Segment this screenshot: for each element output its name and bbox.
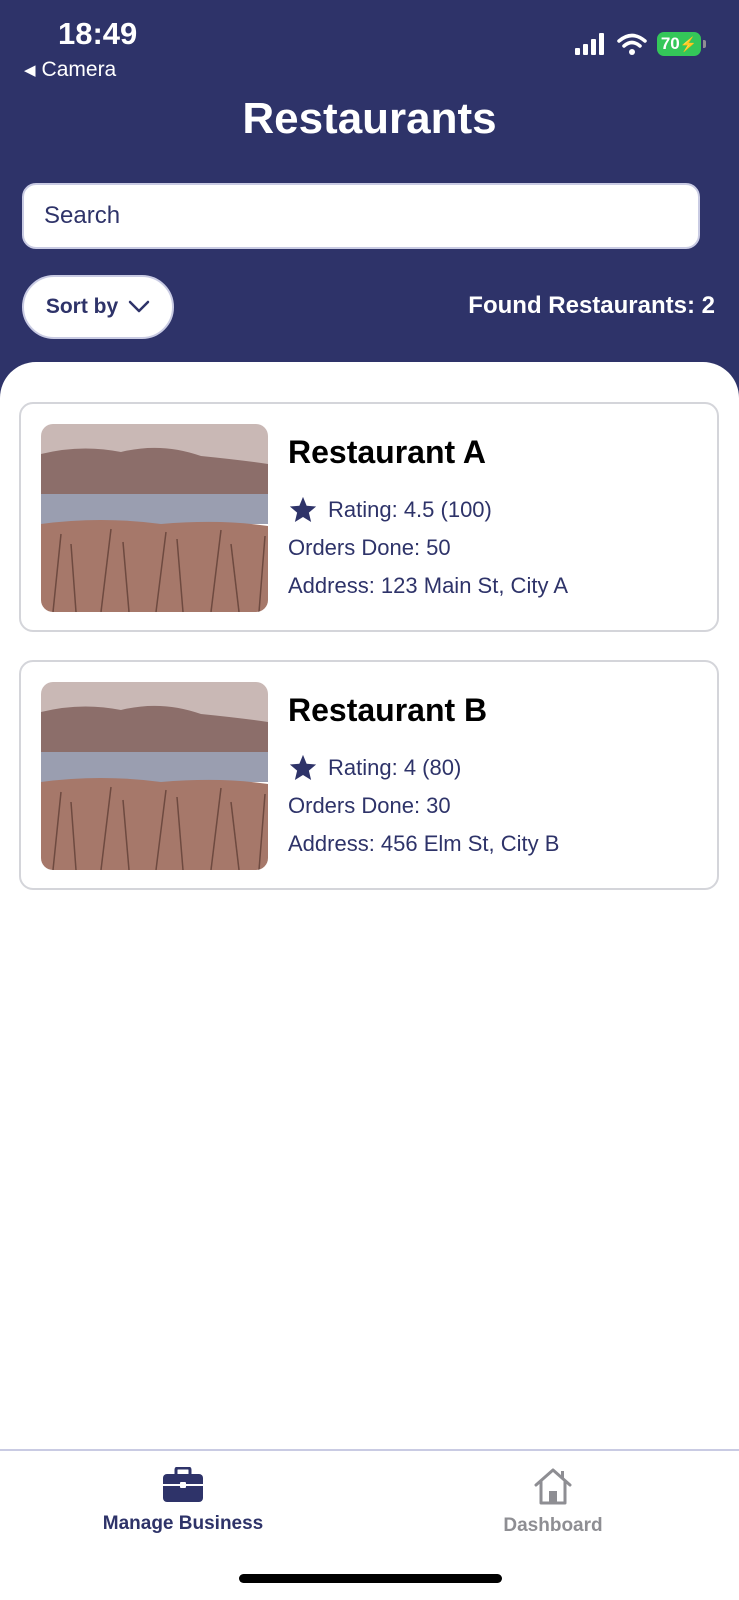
back-to-app-button[interactable]: ◀ Camera	[24, 58, 116, 82]
page-title: Restaurants	[242, 94, 497, 143]
charging-bolt-icon: ⚡	[679, 35, 698, 52]
battery-indicator: 70 ⚡	[657, 32, 706, 56]
back-app-label: Camera	[41, 58, 117, 81]
tab-dashboard[interactable]: Dashboard	[478, 1467, 628, 1537]
restaurant-rating: Rating: 4 (80)	[288, 749, 559, 787]
cellular-signal-icon	[575, 33, 604, 55]
status-icons: 70 ⚡	[575, 32, 706, 56]
found-restaurants-count: Found Restaurants: 2	[468, 292, 715, 319]
home-indicator	[239, 1574, 502, 1583]
restaurant-name: Restaurant A	[288, 434, 486, 470]
chevron-down-icon	[128, 300, 150, 313]
tab-label: Dashboard	[503, 1515, 603, 1536]
home-icon	[534, 1468, 572, 1505]
restaurant-address: Address: 123 Main St, City A	[288, 573, 569, 598]
back-arrow-icon: ◀	[24, 62, 36, 79]
orders-done: Orders Done: 50	[288, 535, 451, 560]
sort-by-label: Sort by	[45, 295, 119, 318]
restaurant-card[interactable]: Restaurant B Rating: 4 (80) Orders Done:…	[19, 660, 719, 890]
briefcase-icon	[163, 1467, 203, 1502]
restaurant-list: Restaurant A Rating: 4.5 (100) Orders Do…	[0, 362, 739, 1450]
star-icon	[289, 754, 317, 780]
restaurant-info: Restaurant A Rating: 4.5 (100) Orders Do…	[288, 434, 568, 605]
rating-text: Rating: 4.5 (100)	[328, 497, 492, 522]
restaurant-image	[41, 682, 268, 870]
star-icon	[289, 496, 317, 522]
status-time: 18:49	[58, 16, 138, 51]
restaurant-rating: Rating: 4.5 (100)	[288, 491, 568, 529]
search-input[interactable]	[22, 183, 700, 249]
rating-text: Rating: 4 (80)	[328, 755, 462, 780]
restaurant-card[interactable]: Restaurant A Rating: 4.5 (100) Orders Do…	[19, 402, 719, 632]
restaurant-name: Restaurant B	[288, 692, 488, 728]
wifi-icon	[617, 33, 647, 55]
sort-by-button[interactable]: Sort by	[22, 275, 174, 339]
restaurant-info: Restaurant B Rating: 4 (80) Orders Done:…	[288, 692, 559, 863]
header: 18:49 ◀ Camera 70⚡ Restaurants Sort by F…	[0, 0, 739, 400]
tab-label: Manage Business	[102, 1513, 264, 1534]
restaurant-address: Address: 456 Elm St, City B	[288, 831, 560, 856]
tab-manage-business[interactable]: Manage Business	[98, 1467, 268, 1535]
restaurant-image	[41, 424, 268, 612]
orders-done: Orders Done: 30	[288, 793, 451, 818]
battery-level: 70	[660, 34, 680, 53]
